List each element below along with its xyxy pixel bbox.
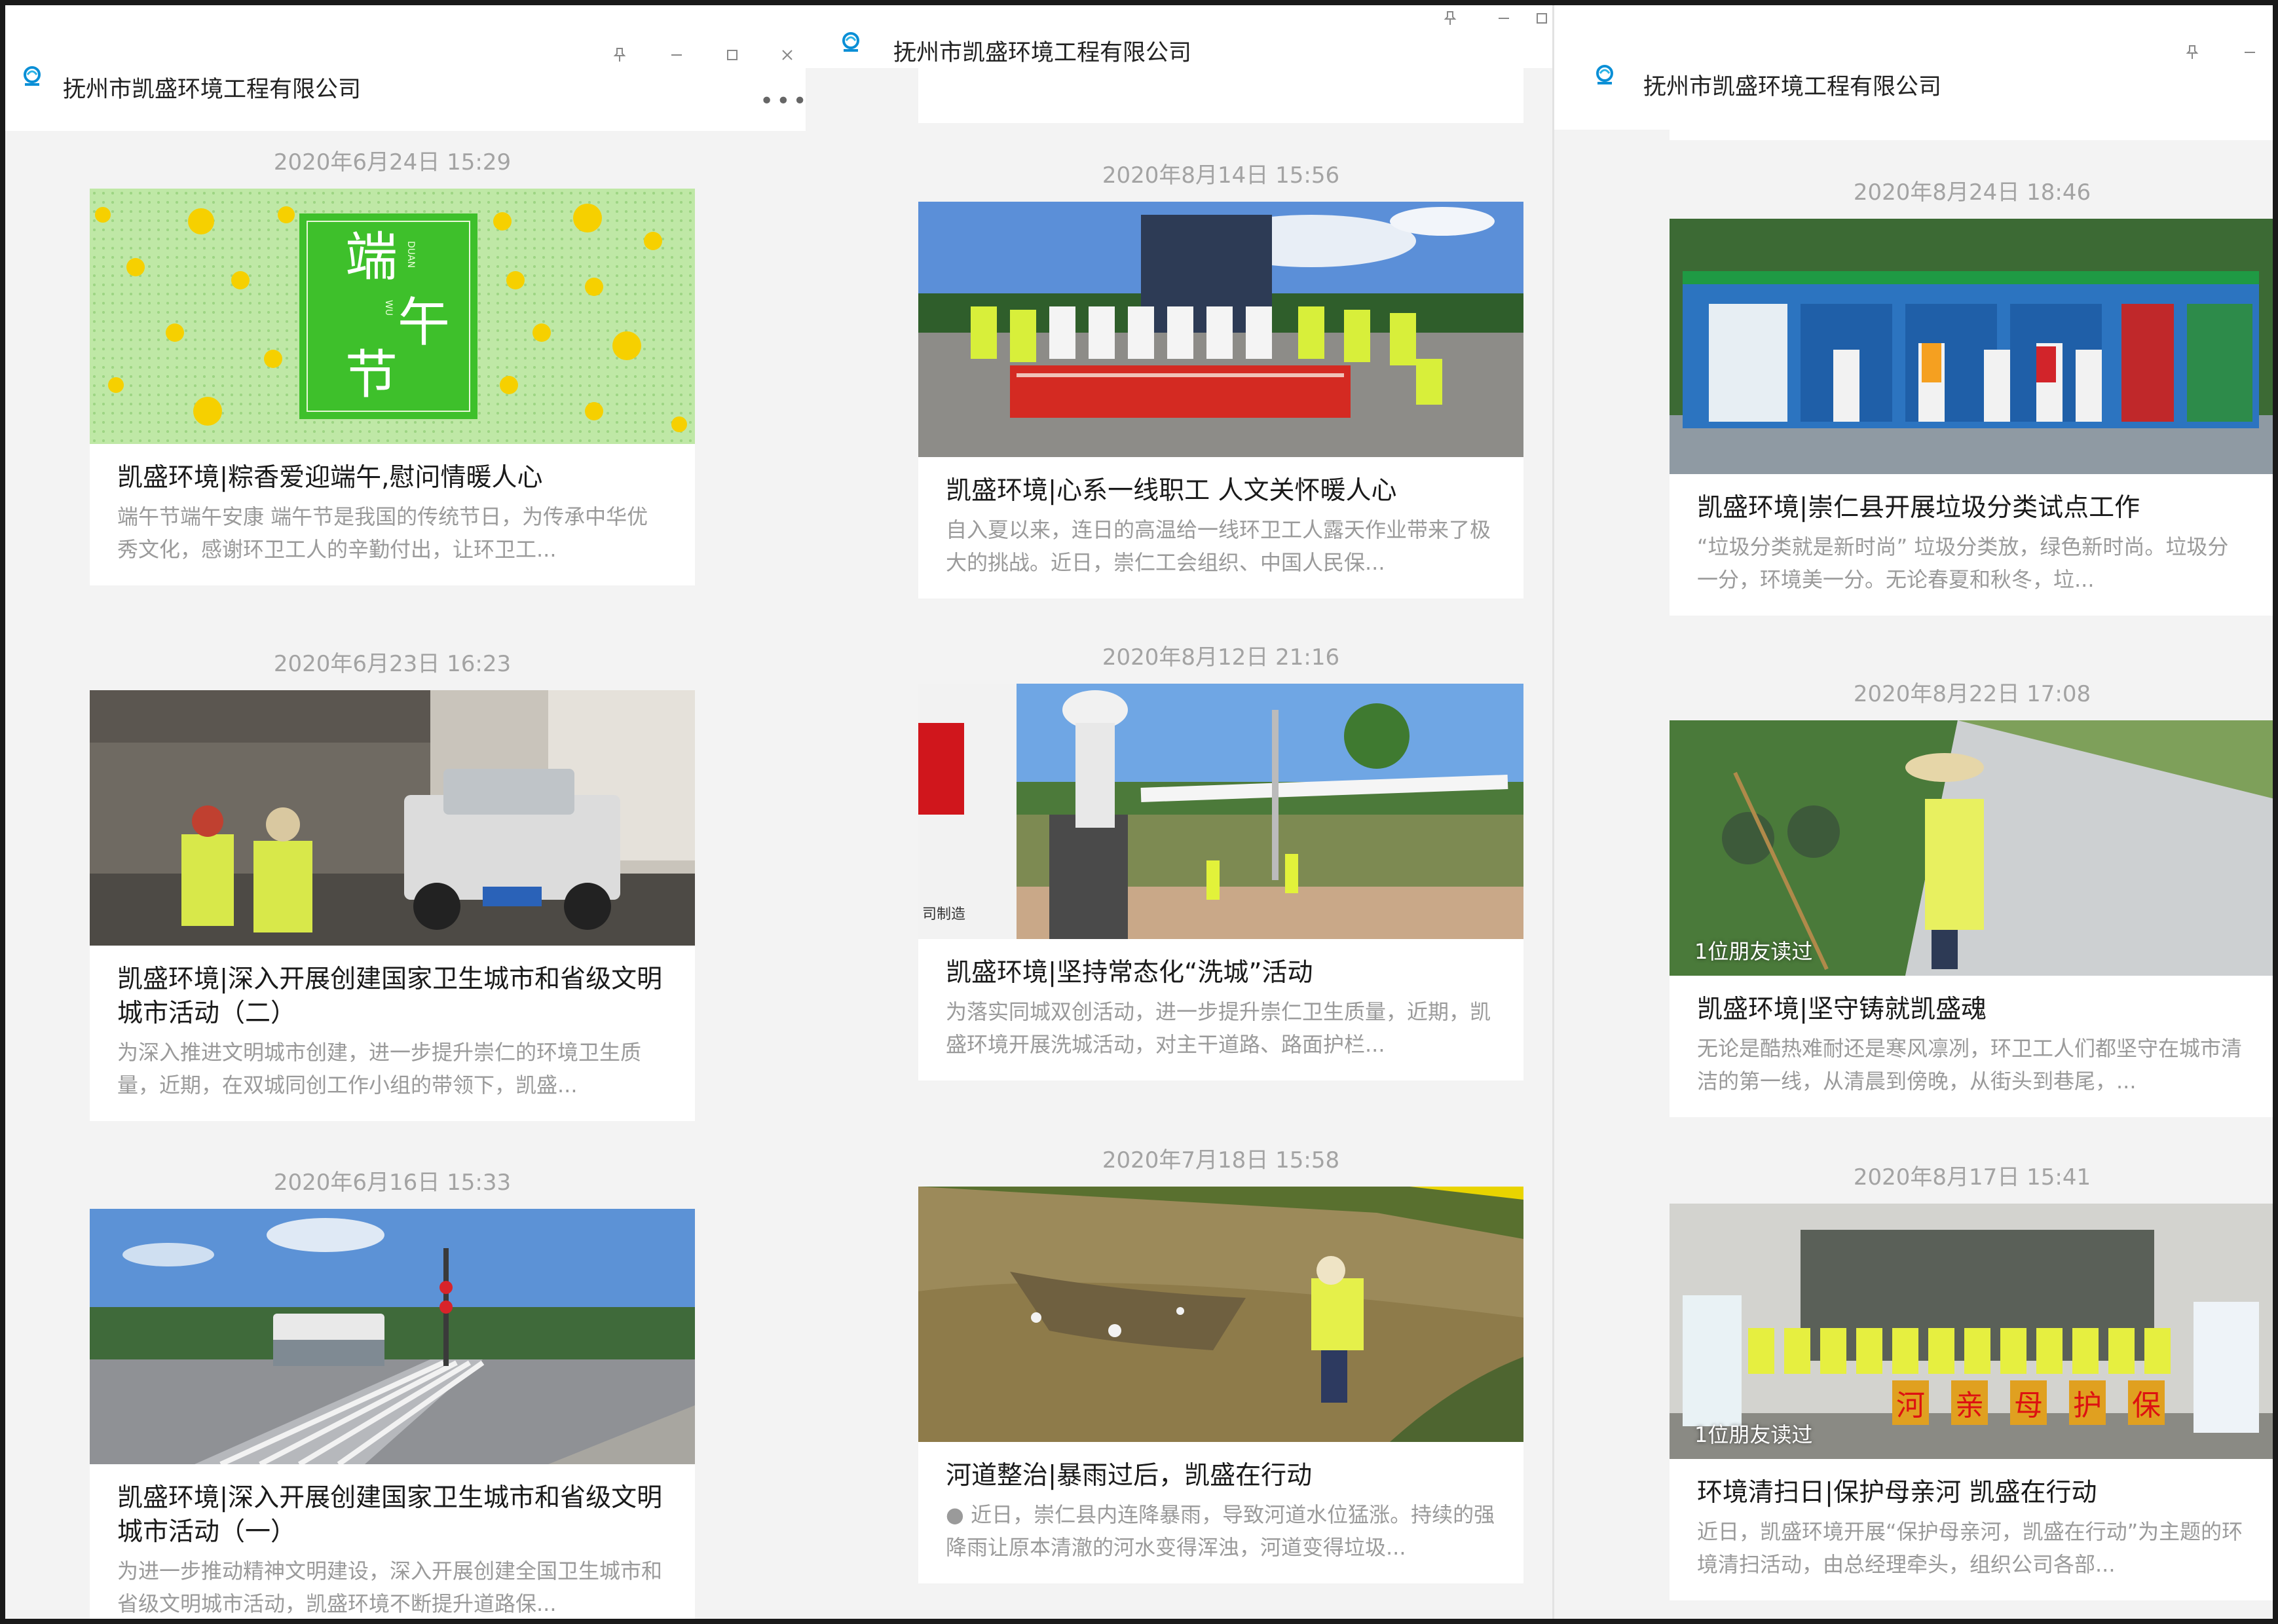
article-window-right: 抚州市凯盛环境工程有限公司 2020年8月24日 18:46 凯盛环境|崇仁县开…: [1552, 5, 2273, 1619]
title-bar: 抚州市凯盛环境工程有限公司 •••: [5, 5, 806, 131]
banner-pinyin-duan: DUAN: [405, 241, 416, 268]
article-title[interactable]: 凯盛环境|崇仁县开展垃圾分类试点工作: [1670, 474, 2273, 525]
banner-char: 保: [2128, 1380, 2165, 1425]
maximize-button[interactable]: [1529, 5, 1552, 31]
minimize-icon: [1499, 18, 1509, 19]
company-logo-icon: [1594, 64, 1616, 86]
article-title[interactable]: 凯盛环境|深入开展创建国家卫生城市和省级文明城市活动（二）: [90, 946, 695, 1031]
banner-char: 河: [1892, 1380, 1929, 1425]
pin-button[interactable]: [607, 42, 633, 68]
article-title[interactable]: 凯盛环境|深入开展创建国家卫生城市和省级文明城市活动（一）: [90, 1464, 695, 1549]
article-card[interactable]: 凯盛环境|崇仁县开展垃圾分类试点工作 “垃圾分类就是新时尚” 垃圾分类放，绿色新…: [1670, 219, 2273, 616]
article-card[interactable]: 1位朋友读过 凯盛环境|坚守铸就凯盛魂 无论是酷热难耐还是寒风凛冽，环卫工人们都…: [1670, 720, 2273, 1117]
pin-icon: [1444, 11, 1457, 25]
maximize-button[interactable]: [719, 42, 745, 68]
article-title[interactable]: 凯盛环境|坚守铸就凯盛魂: [1670, 976, 2273, 1027]
article-card[interactable]: 凯盛环境|深入开展创建国家卫生城市和省级文明城市活动（一） 为进一步推动精神文明…: [90, 1209, 695, 1619]
article-summary: 无论是酷热难耐还是寒风凛冽，环卫工人们都坚守在城市清洁的第一线，从清晨到傍晚，从…: [1697, 1036, 2243, 1094]
window-title: 抚州市凯盛环境工程有限公司: [63, 77, 362, 103]
title-bar: 抚州市凯盛环境工程有限公司: [1554, 5, 2273, 130]
pin-button[interactable]: [1437, 5, 1463, 31]
article-timestamp: 2020年8月14日 15:56: [1102, 162, 1340, 189]
title-bar: 抚州市凯盛环境工程有限公司: [806, 5, 1552, 68]
minimize-button[interactable]: [663, 42, 690, 68]
window-title: 抚州市凯盛环境工程有限公司: [893, 40, 1192, 66]
company-logo-icon: [21, 65, 43, 88]
article-timestamp: 2020年6月24日 15:29: [273, 149, 512, 175]
maximize-icon: [727, 50, 738, 60]
article-cover-image: 1位朋友读过: [1670, 720, 2273, 976]
article-title[interactable]: 环境清扫日|保护母亲河 凯盛在行动: [1670, 1459, 2273, 1510]
banner-text-duan: 端: [345, 227, 398, 287]
close-icon: [782, 50, 793, 60]
article-window-middle: 抚州市凯盛环境工程有限公司 2020年8月14日 15:56 凯盛环境|心系一线…: [806, 5, 1552, 1619]
article-cover-image: [918, 202, 1523, 457]
minimize-icon: [2245, 52, 2255, 53]
truck-side-text: 司制造: [922, 906, 966, 923]
article-timestamp: 2020年7月18日 15:58: [1102, 1147, 1340, 1173]
article-cover-image: [918, 1187, 1523, 1442]
previous-card-bottom: [1670, 130, 2273, 140]
banner-char: 母: [2010, 1380, 2047, 1425]
article-cover-image: [90, 690, 695, 946]
minimize-button[interactable]: [2237, 39, 2263, 65]
banner-char: 亲: [1951, 1380, 1988, 1425]
article-summary: 为进一步推动精神文明建设，深入开展创建全国卫生城市和省级文明城市活动，凯盛环境不…: [117, 1559, 663, 1616]
article-title[interactable]: 凯盛环境|心系一线职工 人文关怀暖人心: [918, 457, 1523, 508]
company-logo-icon: [840, 31, 862, 54]
article-card[interactable]: 凯盛环境|心系一线职工 人文关怀暖人心 自入夏以来，连日的高温给一线环卫工人露天…: [918, 202, 1523, 599]
desktop-canvas: 抚州市凯盛环境工程有限公司 ••• 2020年6月24日 15:29 端 午 节…: [5, 5, 2273, 1619]
more-options-button[interactable]: •••: [760, 88, 806, 115]
article-cover-image: 端 午 节 DUAN WU: [90, 189, 695, 444]
article-window-left: 抚州市凯盛环境工程有限公司 ••• 2020年6月24日 15:29 端 午 节…: [5, 5, 806, 1619]
banner-text-jie: 节: [345, 344, 398, 405]
minimize-button[interactable]: [1491, 5, 1517, 31]
banner-char: 护: [2069, 1380, 2106, 1425]
pin-button[interactable]: [2179, 39, 2205, 65]
article-summary: 自入夏以来，连日的高温给一线环卫工人露天作业带来了极大的挑战。近日，崇仁工会组织…: [946, 517, 1491, 575]
article-timestamp: 2020年6月16日 15:33: [273, 1170, 512, 1196]
article-card[interactable]: 端 午 节 DUAN WU 凯盛环境|粽香爱迎端午,慰问情暖人心 端午节端午安康…: [90, 189, 695, 585]
article-cover-image: [1670, 219, 2273, 474]
article-title[interactable]: 凯盛环境|坚持常态化“洗城”活动: [918, 939, 1523, 990]
pin-icon: [613, 48, 626, 62]
article-card[interactable]: 司制造 凯盛环境|坚持常态化“洗城”活动 为落实同城双创活动，进一步提升崇仁卫生…: [918, 684, 1523, 1080]
article-timestamp: 2020年8月22日 17:08: [1853, 681, 2091, 707]
pin-icon: [2186, 45, 2199, 59]
article-card[interactable]: 河道整治|暴雨过后，凯盛在行动 ● 近日，崇仁县内连降暴雨，导致河道水位猛涨。持…: [918, 1187, 1523, 1583]
article-card[interactable]: 河 亲 母 护 保 1位朋友读过 环境清扫日|保护母亲河 凯盛在行动 近日，凯盛…: [1670, 1204, 2273, 1600]
article-summary: 为深入推进文明城市创建，进一步提升崇仁的环境卫生质量，近期，在双城同创工作小组的…: [117, 1040, 642, 1098]
window-title: 抚州市凯盛环境工程有限公司: [1643, 74, 1942, 100]
close-button[interactable]: [774, 42, 800, 68]
banner-text-wu: 午: [398, 292, 450, 353]
article-cover-image: 河 亲 母 护 保 1位朋友读过: [1670, 1204, 2273, 1459]
article-title[interactable]: 凯盛环境|粽香爱迎端午,慰问情暖人心: [90, 444, 695, 495]
minimize-icon: [671, 54, 682, 56]
banner-letters: 河 亲 母 护 保: [1892, 1380, 2165, 1425]
article-summary: “垃圾分类就是新时尚” 垃圾分类放，绿色新时尚。垃圾分一分，环境美一分。无论春夏…: [1697, 534, 2229, 592]
article-summary: 近日，凯盛环境开展“保护母亲河，凯盛在行动”为主题的环境清扫活动，由总经理牵头，…: [1697, 1519, 2243, 1577]
banner-pinyin-wu: WU: [383, 300, 394, 316]
article-timestamp: 2020年6月23日 16:23: [273, 651, 512, 677]
previous-card-bottom: [918, 68, 1523, 123]
article-cover-image: [90, 1209, 695, 1464]
friends-read-badge: 1位朋友读过: [1694, 939, 1813, 964]
article-timestamp: 2020年8月12日 21:16: [1102, 644, 1340, 671]
article-summary: 为落实同城双创活动，进一步提升崇仁卫生质量，近期，凯盛环境开展洗城活动，对主干道…: [946, 999, 1491, 1057]
article-title[interactable]: 河道整治|暴雨过后，凯盛在行动: [918, 1442, 1523, 1493]
article-card[interactable]: 凯盛环境|深入开展创建国家卫生城市和省级文明城市活动（二） 为深入推进文明城市创…: [90, 690, 695, 1121]
maximize-icon: [1537, 13, 1547, 24]
article-summary: 端午节端午安康 端午节是我国的传统节日，为传承中华优秀文化，感谢环卫工人的辛勤付…: [117, 504, 648, 562]
article-cover-image: 司制造: [918, 684, 1523, 939]
article-timestamp: 2020年8月17日 15:41: [1853, 1164, 2091, 1190]
friends-read-badge: 1位朋友读过: [1694, 1422, 1813, 1447]
article-timestamp: 2020年8月24日 18:46: [1853, 179, 2091, 206]
article-summary: ● 近日，崇仁县内连降暴雨，导致河道水位猛涨。持续的强降雨让原本清澈的河水变得浑…: [946, 1502, 1495, 1560]
